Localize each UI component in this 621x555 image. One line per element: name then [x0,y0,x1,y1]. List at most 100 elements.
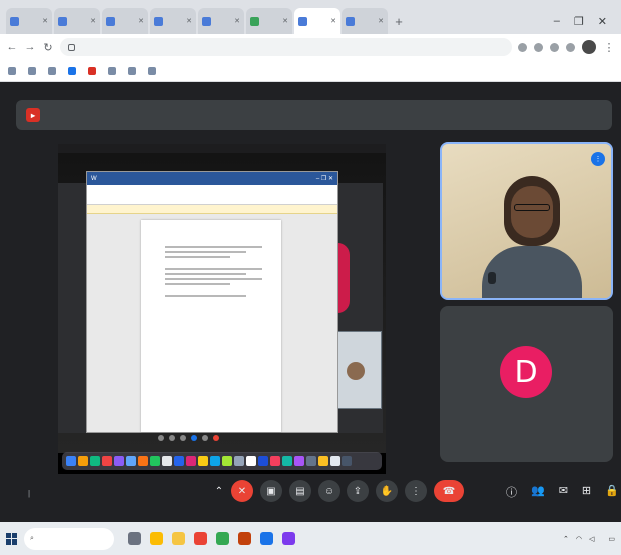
tab-close-icon[interactable]: ✕ [282,17,288,25]
people-icon[interactable]: 👥 [531,484,545,500]
app-icon[interactable] [260,532,273,545]
search-icon: ⌕ [30,534,34,542]
wifi-icon[interactable]: ◠ [576,535,582,543]
tab-favicon-icon [202,16,211,26]
maximize-icon[interactable]: ❐ [574,15,584,28]
browser-tab[interactable]: ✕ [6,8,52,34]
browser-tab[interactable]: ✕ [150,8,196,34]
dock-app-icon [138,456,148,466]
taskbar-search[interactable]: ⌕ [24,527,114,550]
bookmark-item[interactable] [88,66,99,75]
tab-close-icon[interactable]: ✕ [138,17,144,25]
forward-icon[interactable]: → [24,41,36,53]
mic-muted-button[interactable]: ✕ [231,480,253,502]
activities-icon[interactable]: ⊞ [582,484,591,500]
bookmark-icon [8,66,16,75]
shared-control-dot [180,435,186,441]
camera-button[interactable]: ▣ [260,480,282,502]
menu-kebab-icon[interactable]: ⋮ [603,41,615,54]
tab-favicon-icon [346,16,355,26]
bookmark-item[interactable] [128,66,139,75]
document-area [87,214,337,432]
chrome-icon[interactable] [150,532,163,545]
document-line [165,246,263,248]
extensions-icon[interactable] [566,42,575,52]
close-window-icon[interactable]: ✕ [598,15,607,28]
browser-tab-active[interactable]: ✕ [294,8,340,34]
tray-chevron-icon[interactable]: ⌃ [563,535,569,543]
app-icon[interactable] [238,532,251,545]
tab-close-icon[interactable]: ✕ [330,17,336,25]
document-line [165,295,246,297]
dock-app-icon [150,456,160,466]
participant-tile-avatar[interactable]: D [440,306,613,462]
chat-icon[interactable]: ✉ [559,484,568,500]
emoji-button[interactable]: ☺ [318,480,340,502]
background-avatar-fragment [338,243,350,313]
bookmark-item[interactable] [48,66,59,75]
center-controls: ⌃ ✕ ▣ ▤ ☺ ⇪ ✋ ⋮ ☎ [214,480,464,502]
volume-icon[interactable]: ◁ [589,535,594,543]
tab-close-icon[interactable]: ✕ [186,17,192,25]
leave-call-button[interactable]: ☎ [434,480,464,502]
browser-tab[interactable]: ✕ [102,8,148,34]
dock-app-icon [234,456,244,466]
info-icon[interactable]: ⓘ [506,484,517,500]
app-icon[interactable] [282,532,295,545]
present-button[interactable]: ⇪ [347,480,369,502]
mic-options-icon[interactable]: ⌃ [214,480,224,502]
bookmarks-bar [0,60,621,82]
share-icon[interactable] [534,42,543,52]
browser-tab[interactable]: ✕ [246,8,292,34]
tab-favicon-icon [106,16,115,26]
tab-close-icon[interactable]: ✕ [42,17,48,25]
shared-control-dot [213,435,219,441]
bookmark-item[interactable] [148,66,159,75]
tab-close-icon[interactable]: ✕ [90,17,96,25]
raise-hand-button[interactable]: ✋ [376,480,398,502]
participant-tile-camera[interactable]: ⋮ [440,142,613,300]
profile-avatar[interactable] [582,40,596,54]
captions-button[interactable]: ▤ [289,480,311,502]
presentation-banner: ▸ [16,100,612,130]
word-document-window: W – ❐ ✕ [86,171,338,433]
back-icon[interactable]: ← [6,41,18,53]
bookmark-item[interactable] [8,66,19,75]
host-controls-icon[interactable]: 🔒 [605,484,619,500]
browser-tab[interactable]: ✕ [54,8,100,34]
file-explorer-icon[interactable] [172,532,185,545]
camera-permission-icon[interactable] [518,42,527,52]
shared-meet-controls [158,435,219,441]
browser-tab[interactable]: ✕ [198,8,244,34]
app-icon[interactable] [216,532,229,545]
windows-start-icon[interactable] [6,532,18,545]
document-line [165,251,246,253]
app-icon[interactable] [194,532,207,545]
task-view-icon[interactable] [128,532,141,545]
browser-tab[interactable]: ✕ [342,8,388,34]
url-bar[interactable] [60,38,512,56]
more-options-button[interactable]: ⋮ [405,480,427,502]
document-line [165,273,246,275]
new-tab-button[interactable]: + [390,8,408,34]
dock-app-icon [294,456,304,466]
toolbar-icons: ⋮ [518,40,615,54]
participant-glasses [514,204,550,211]
bookmark-item[interactable] [108,66,119,75]
tab-close-icon[interactable]: ✕ [234,17,240,25]
dock-app-icon [258,456,268,466]
dock-app-icon [210,456,220,466]
bookmark-item[interactable] [68,66,79,75]
dock-app-icon [126,456,136,466]
bookmark-item[interactable] [28,66,39,75]
reload-icon[interactable]: ↻ [42,41,54,54]
right-controls: ⓘ 👥 ✉ ⊞ 🔒 [506,484,619,500]
participant-avatar: D [500,346,552,398]
star-icon[interactable] [550,42,559,52]
separator: | [28,489,31,498]
bookmark-icon [68,66,76,75]
tab-close-icon[interactable]: ✕ [378,17,384,25]
mac-dock [62,452,382,470]
notifications-icon[interactable]: ▭ [608,535,615,543]
minimize-icon[interactable]: – [554,15,560,27]
